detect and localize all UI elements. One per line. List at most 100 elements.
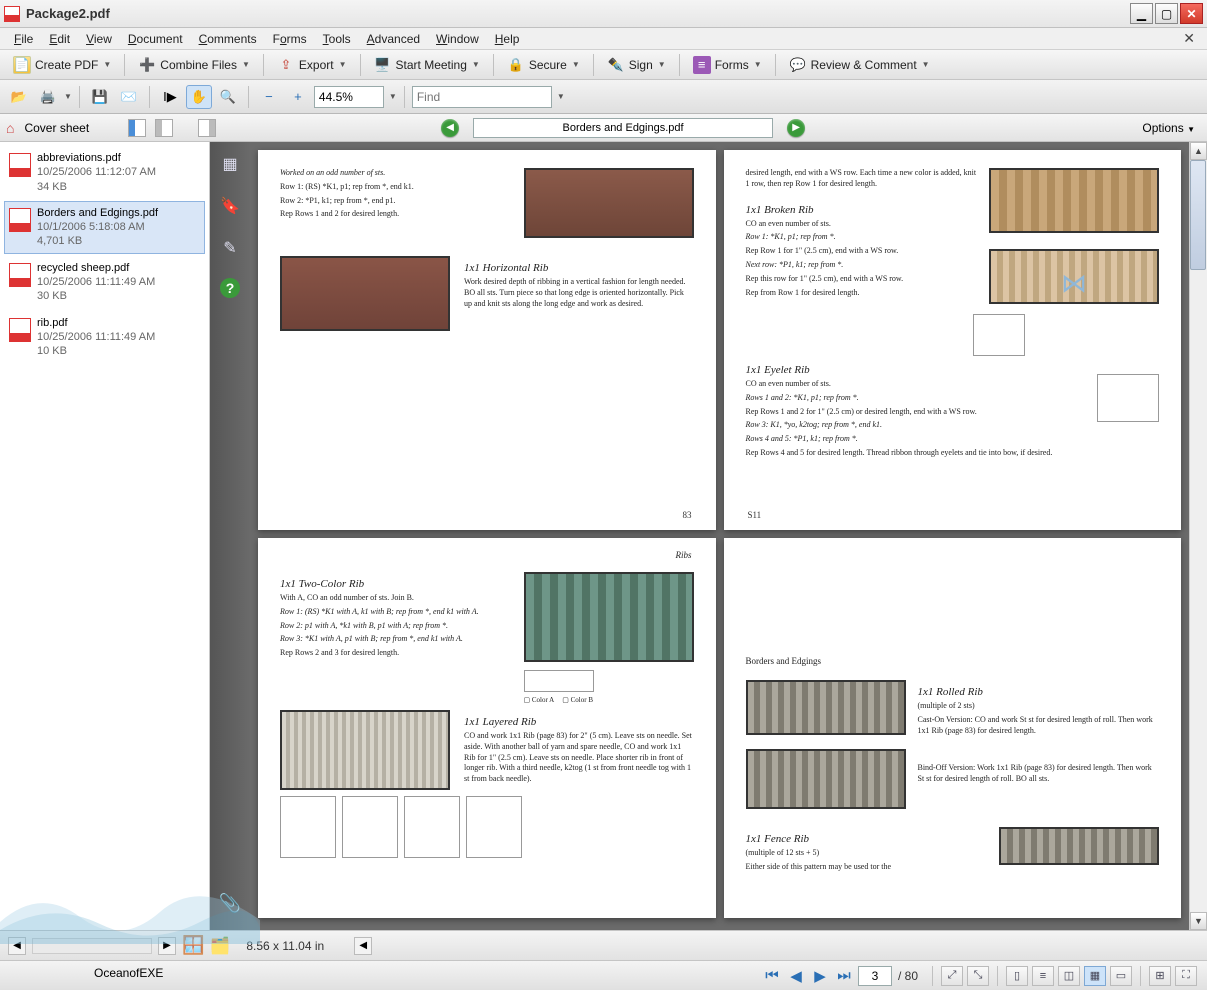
scroll-thumb[interactable] (1190, 160, 1206, 270)
fullscreen-button[interactable]: ⛶ (1175, 966, 1197, 986)
document-viewport[interactable]: Worked on an odd number of sts. Row 1: (… (250, 142, 1189, 930)
create-pdf-button[interactable]: 📄Create PDF▼ (6, 52, 118, 78)
email-button[interactable]: ✉️ (116, 85, 142, 109)
first-page-button[interactable]: ⏮ (762, 966, 782, 986)
acrobat-icon: 🗂️ (210, 938, 230, 955)
export-label: Export (299, 58, 334, 72)
prev-page-button[interactable]: ◀ (786, 966, 806, 986)
scroll-up-button[interactable]: ▲ (1190, 142, 1207, 160)
hscroll-doc-left[interactable]: ◀ (354, 937, 372, 955)
schematic-1 (280, 796, 336, 858)
menu-view[interactable]: View (78, 30, 120, 48)
pdf-file-icon (9, 318, 31, 342)
file-name: recycled sheep.pdf (37, 261, 155, 275)
menu-help[interactable]: Help (487, 30, 528, 48)
menu-comments[interactable]: Comments (191, 30, 265, 48)
select-tool[interactable]: I▶ (157, 85, 183, 109)
title-bar: Package2.pdf ▁ ▢ ✕ (0, 0, 1207, 28)
start-meeting-button[interactable]: 🖥️Start Meeting▼ (367, 52, 487, 78)
menu-forms[interactable]: Forms (265, 30, 315, 48)
single-page-button[interactable]: ▯ (1006, 966, 1028, 986)
panel-right-gray[interactable] (198, 119, 216, 137)
review-button[interactable]: 💬Review & Comment▼ (782, 52, 937, 78)
zoom-input[interactable] (319, 90, 379, 104)
file-item-abbreviations[interactable]: abbreviations.pdf 10/25/2006 11:12:07 AM… (4, 146, 205, 199)
page-number-input[interactable] (858, 966, 892, 986)
hscroll-track[interactable] (32, 938, 152, 954)
file-date: 10/25/2006 11:11:49 AM (37, 275, 155, 289)
sign-label: Sign (629, 58, 653, 72)
minimize-button[interactable]: ▁ (1130, 3, 1153, 24)
next-doc-button[interactable]: ▶ (787, 119, 805, 137)
knit-swatch-gray1 (746, 680, 906, 735)
scroll-down-button[interactable]: ▼ (1190, 912, 1207, 930)
close-button[interactable]: ✕ (1180, 3, 1203, 24)
file-name: rib.pdf (37, 316, 155, 330)
reading-mode-button[interactable]: ⊞ (1149, 966, 1171, 986)
options-menu[interactable]: Options ▼ (1136, 119, 1201, 137)
menu-file[interactable]: File (6, 30, 41, 48)
panel-left-blue[interactable] (128, 119, 146, 137)
zoom-in-button[interactable]: + (285, 85, 311, 109)
attachments-icon[interactable]: 📎 (219, 893, 241, 914)
find-field-box (412, 86, 552, 108)
stitch-chart-2 (1097, 374, 1159, 422)
file-item-recycled[interactable]: recycled sheep.pdf 10/25/2006 11:11:49 A… (4, 256, 205, 309)
home-icon[interactable]: ⌂ (6, 120, 14, 136)
file-size: 34 KB (37, 180, 156, 194)
combine-label: Combine Files (160, 58, 237, 72)
maximize-button[interactable]: ▢ (1155, 3, 1178, 24)
continuous-button[interactable]: ≡ (1032, 966, 1054, 986)
two-up-button[interactable]: ◫ (1058, 966, 1080, 986)
file-item-borders[interactable]: Borders and Edgings.pdf 10/1/2006 5:18:0… (4, 201, 205, 254)
cover-sheet-label[interactable]: Cover sheet (20, 121, 93, 135)
page-top-right: desired length, end with a WS row. Each … (724, 150, 1182, 530)
page-dimensions: 8.56 x 11.04 in (246, 939, 324, 953)
save-button[interactable]: 💾 (87, 85, 113, 109)
export-button[interactable]: ⇪Export▼ (270, 52, 354, 78)
hand-tool[interactable]: ✋ (186, 85, 212, 109)
knit-swatch-cream (280, 710, 450, 790)
reflow-button[interactable]: ▭ (1110, 966, 1132, 986)
marquee-zoom-tool[interactable]: 🔍 (215, 85, 241, 109)
menu-advanced[interactable]: Advanced (359, 30, 428, 48)
panel-left-gray[interactable] (155, 119, 173, 137)
knit-swatch-brown2 (280, 256, 450, 331)
bookmarks-panel-icon[interactable]: 🔖 (218, 194, 242, 218)
secure-label: Secure (529, 58, 567, 72)
hscroll-left[interactable]: ◀ (8, 937, 26, 955)
signatures-panel-icon[interactable]: ✎ (218, 236, 242, 260)
how-to-panel-icon[interactable]: ? (220, 278, 240, 298)
file-item-rib[interactable]: rib.pdf 10/25/2006 11:11:49 AM 10 KB (4, 311, 205, 364)
fit-width-button[interactable]: ⤢ (941, 966, 963, 986)
zoom-out-button[interactable]: − (256, 85, 282, 109)
sidebar-files[interactable]: abbreviations.pdf 10/25/2006 11:12:07 AM… (0, 142, 210, 930)
sidebar-tools: ▦ 🔖 ✎ ? 📎 (210, 142, 250, 930)
find-input[interactable] (417, 90, 547, 104)
stitch-chart-3 (524, 670, 594, 692)
forms-button[interactable]: ≡Forms▼ (686, 52, 769, 78)
last-page-button[interactable]: ⏭ (834, 966, 854, 986)
hscroll-right[interactable]: ▶ (158, 937, 176, 955)
next-page-button[interactable]: ▶ (810, 966, 830, 986)
main-area: abbreviations.pdf 10/25/2006 11:12:07 AM… (0, 142, 1207, 930)
menu-document[interactable]: Document (120, 30, 191, 48)
schematic-2 (342, 796, 398, 858)
menu-close-doc[interactable]: ✕ (1177, 30, 1201, 47)
pages-panel-icon[interactable]: ▦ (218, 152, 242, 176)
file-date: 10/25/2006 11:12:07 AM (37, 165, 156, 179)
knit-swatch-eyelet: ⋈ (989, 249, 1159, 304)
secure-button[interactable]: 🔒Secure▼ (500, 52, 587, 78)
forms-label: Forms (715, 58, 749, 72)
print-button[interactable]: 🖨️ (35, 85, 61, 109)
menu-tools[interactable]: Tools (315, 30, 359, 48)
vertical-scrollbar[interactable]: ▲ ▼ (1189, 142, 1207, 930)
two-up-continuous-button[interactable]: ▦ (1084, 966, 1106, 986)
menu-edit[interactable]: Edit (41, 30, 78, 48)
menu-window[interactable]: Window (428, 30, 487, 48)
fit-page-button[interactable]: ⤡ (967, 966, 989, 986)
combine-files-button[interactable]: ➕Combine Files▼ (131, 52, 257, 78)
open-button[interactable]: 📂 (6, 85, 32, 109)
sign-button[interactable]: ✒️Sign▼ (600, 52, 673, 78)
prev-doc-button[interactable]: ◀ (441, 119, 459, 137)
